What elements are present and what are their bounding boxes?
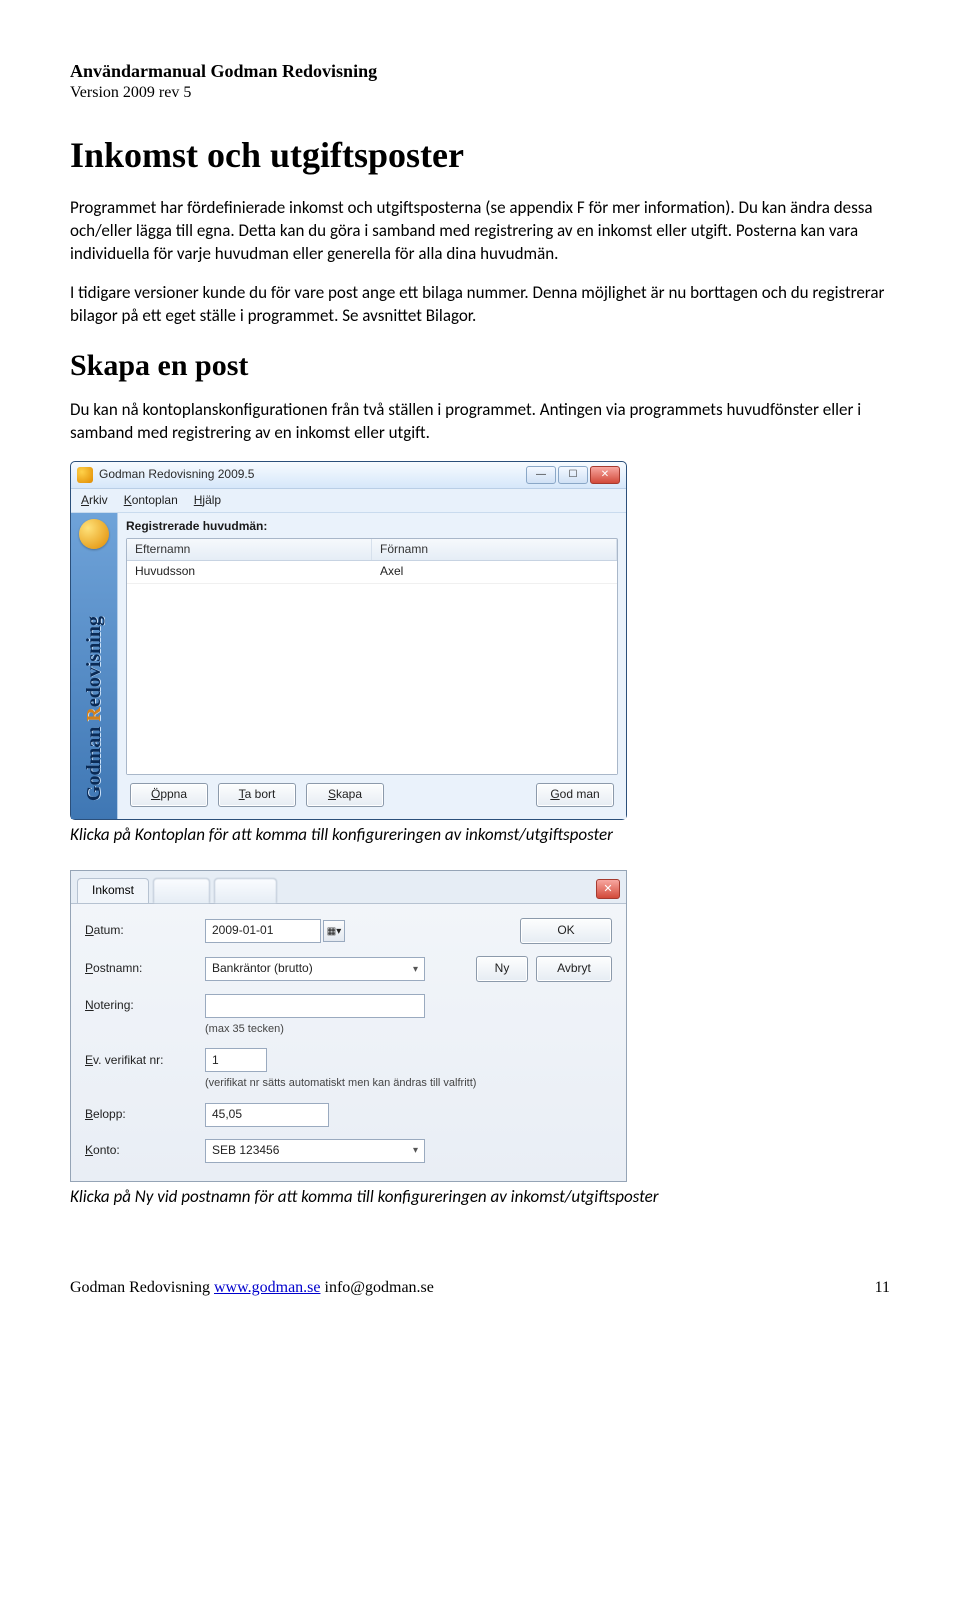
hint-notering: (max 35 tecken)	[205, 1022, 425, 1036]
section-label-huvudman: Registrerade huvudmän:	[126, 519, 618, 535]
close-button[interactable]: ✕	[590, 466, 620, 484]
titlebar: Godman Redovisning 2009.5 — ☐ ✕	[71, 462, 626, 489]
sidebar: Godman Redovisning	[71, 513, 118, 819]
ny-button[interactable]: Ny	[476, 956, 528, 982]
cell-fornamn: Axel	[372, 561, 617, 583]
calendar-icon[interactable]: ▦▾	[323, 920, 345, 942]
dialog-inkomst: Inkomst ✕ Datum: 2009-01-01 ▦▾ OK Postna…	[70, 870, 627, 1182]
paragraph-intro-1: Programmet har fördefinierade inkomst oc…	[70, 197, 890, 266]
page-footer: Godman Redovisning www.godman.se info@go…	[70, 1278, 890, 1299]
hint-verifikat: (verifikat nr sätts automatiskt men kan …	[205, 1076, 612, 1090]
label-belopp: Belopp:	[85, 1107, 195, 1123]
tab-blurred-2[interactable]	[214, 878, 277, 903]
oppna-button[interactable]: Öppna	[130, 783, 208, 807]
verifikat-input[interactable]: 1	[205, 1048, 267, 1072]
label-verifikat: Ev. verifikat nr:	[85, 1053, 195, 1069]
window-title: Godman Redovisning 2009.5	[99, 467, 524, 483]
sidebar-text-a: Godman	[83, 721, 105, 800]
footer-email: info@godman.se	[321, 1279, 434, 1296]
doc-version: Version 2009 rev 5	[70, 83, 890, 104]
label-konto: Konto:	[85, 1143, 195, 1159]
footer-product: Godman Redovisning	[70, 1279, 214, 1296]
caption-2: Klicka på Ny vid postnamn för att komma …	[70, 1186, 890, 1208]
table-empty-area	[127, 584, 617, 774]
datum-field-wrap: 2009-01-01 ▦▾	[205, 919, 345, 943]
skapa-button[interactable]: Skapa	[306, 783, 384, 807]
tab-blurred-1[interactable]	[153, 878, 210, 903]
maximize-button[interactable]: ☐	[558, 466, 588, 484]
huvudman-table: Efternamn Förnamn Huvudsson Axel	[126, 538, 618, 775]
label-notering: Notering:	[85, 998, 195, 1014]
sidebar-text-c: edovisning	[83, 616, 105, 707]
tab-inkomst[interactable]: Inkomst	[77, 878, 149, 903]
belopp-input[interactable]: 45,05	[205, 1103, 329, 1127]
table-row[interactable]: Huvudsson Axel	[127, 561, 617, 584]
menu-kontoplan[interactable]: Kontoplan	[124, 493, 178, 509]
sidebar-logo-icon	[79, 519, 109, 549]
tabort-button[interactable]: Ta bort	[218, 783, 296, 807]
heading-skapa-en-post: Skapa en post	[70, 346, 890, 385]
avbryt-button[interactable]: Avbryt	[536, 956, 612, 982]
sidebar-logo-text: Godman Redovisning	[81, 616, 107, 801]
dialog-close-button[interactable]: ✕	[596, 879, 620, 899]
datum-input[interactable]: 2009-01-01	[205, 919, 321, 943]
label-postnamn: Postnamn:	[85, 961, 195, 977]
app-window-godman: Godman Redovisning 2009.5 — ☐ ✕ Arkiv Ko…	[70, 461, 627, 820]
sidebar-text-b: R	[83, 707, 105, 721]
cell-efternamn: Huvudsson	[127, 561, 372, 583]
tab-bar: Inkomst ✕	[71, 871, 626, 904]
caption-1: Klicka på Kontoplan för att komma till k…	[70, 824, 890, 846]
menu-hjalp[interactable]: Hjälp	[194, 493, 221, 509]
paragraph-skapa: Du kan nå kontoplanskonfigurationen från…	[70, 399, 890, 445]
minimize-button[interactable]: —	[526, 466, 556, 484]
postnamn-combo[interactable]: Bankräntor (brutto)	[205, 957, 425, 981]
notering-input[interactable]	[205, 994, 425, 1018]
col-efternamn[interactable]: Efternamn	[127, 539, 372, 561]
ok-button[interactable]: OK	[520, 918, 612, 944]
col-fornamn[interactable]: Förnamn	[372, 539, 617, 561]
godman-button[interactable]: God man	[536, 783, 614, 807]
paragraph-intro-2: I tidigare versioner kunde du för vare p…	[70, 282, 890, 328]
label-datum: Datum:	[85, 923, 195, 939]
page-number: 11	[875, 1278, 890, 1299]
app-icon	[77, 467, 93, 483]
footer-url[interactable]: www.godman.se	[214, 1279, 321, 1296]
menu-bar: Arkiv Kontoplan Hjälp	[71, 489, 626, 514]
konto-combo[interactable]: SEB 123456	[205, 1139, 425, 1163]
menu-arkiv[interactable]: Arkiv	[81, 493, 108, 509]
heading-inkomst-utgiftsposter: Inkomst och utgiftsposter	[70, 132, 890, 179]
doc-title: Användarmanual Godman Redovisning	[70, 60, 890, 83]
